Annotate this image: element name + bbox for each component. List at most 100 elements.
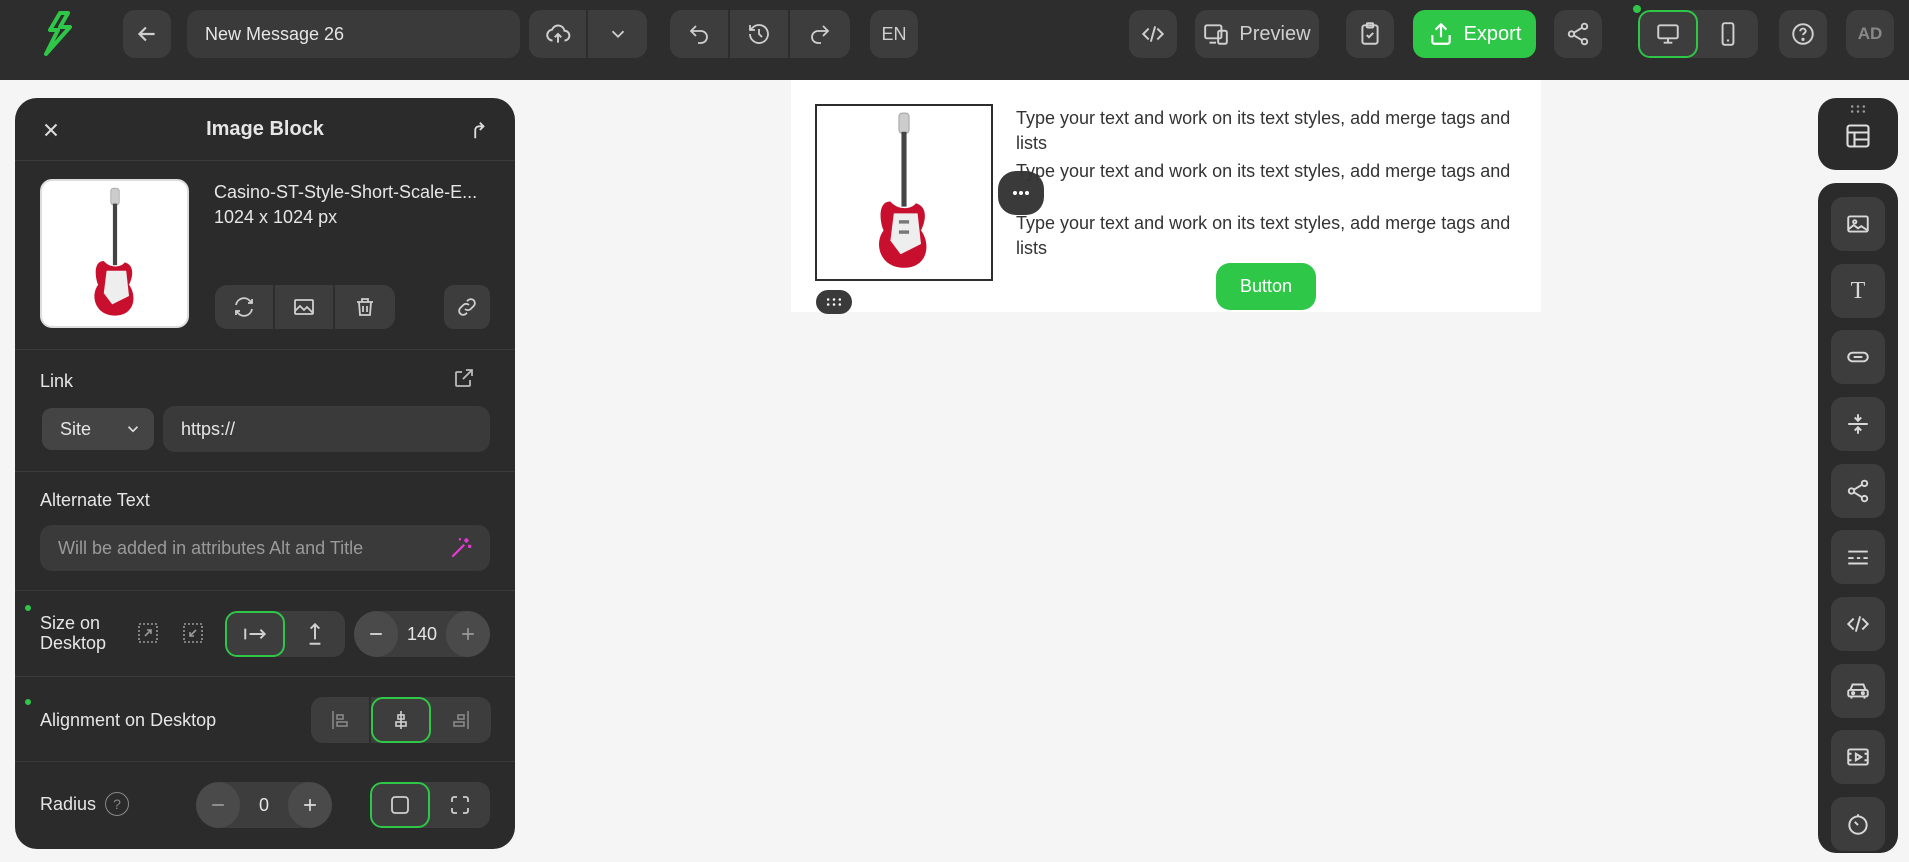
alignment-modified-dot: [25, 699, 31, 705]
logo-icon: [44, 11, 72, 56]
back-button[interactable]: [123, 10, 171, 58]
width-mode-button[interactable]: [225, 611, 285, 657]
video-icon: [1847, 748, 1869, 766]
modules-button[interactable]: [1844, 122, 1874, 152]
alignment-section: Alignment on Desktop: [15, 676, 515, 761]
text-block-tool[interactable]: T: [1831, 264, 1885, 318]
export-label: Export: [1463, 22, 1522, 45]
collapse-panel-button[interactable]: [464, 116, 492, 144]
guitar-thumbnail-image: [94, 187, 134, 316]
ai-magic-wand-icon[interactable]: [448, 535, 474, 561]
email-text-3[interactable]: Type your text and work on its text styl…: [1016, 211, 1516, 261]
radius-all-button[interactable]: [370, 782, 430, 828]
image-icon: [1847, 215, 1869, 233]
link-type-select[interactable]: Site: [40, 406, 156, 452]
size-label-line1: Size on: [40, 613, 101, 633]
email-button[interactable]: Button: [1216, 263, 1316, 310]
height-arrow-icon: [309, 622, 321, 645]
alignment-label: Alignment on Desktop: [40, 710, 217, 730]
align-left-icon: [332, 711, 348, 729]
radius-individual-button[interactable]: [430, 782, 490, 828]
share-button[interactable]: [1554, 10, 1602, 58]
structure-handle-button[interactable]: [816, 290, 852, 314]
spacer-block-tool[interactable]: [1831, 397, 1885, 451]
clipboard-check-icon: [1361, 22, 1379, 45]
radius-decrease-button[interactable]: [196, 782, 240, 828]
size-value[interactable]: 140: [398, 611, 446, 657]
button-icon: [1847, 351, 1869, 363]
plus-icon: [462, 628, 474, 640]
original-size-button[interactable]: [181, 621, 207, 647]
mobile-icon: [1721, 22, 1735, 46]
blocks-library-panel: [1818, 98, 1898, 170]
image-block-tool[interactable]: [1831, 197, 1885, 251]
arrow-left-icon: [137, 26, 155, 42]
email-text-1[interactable]: Type your text and work on its text styl…: [1016, 106, 1516, 156]
preview-label: Preview: [1239, 22, 1311, 45]
html-block-tool[interactable]: [1831, 597, 1885, 651]
save-cloud-button[interactable]: [529, 10, 588, 58]
test-button[interactable]: [1346, 10, 1394, 58]
radius-help-icon[interactable]: ?: [105, 792, 129, 816]
image-block-panel: Image Block Casino-ST-Style-Short-Scale-…: [15, 98, 515, 849]
replace-image-button[interactable]: [215, 285, 275, 329]
delete-image-button[interactable]: [335, 285, 395, 329]
external-link-icon: [455, 369, 473, 387]
desktop-view-button[interactable]: [1638, 10, 1698, 58]
width-arrow-icon: [244, 628, 267, 640]
radius-increase-button[interactable]: [288, 782, 332, 828]
size-decrease-button[interactable]: [354, 611, 398, 657]
align-left-button[interactable]: [311, 697, 371, 743]
amp-carousel-block-tool[interactable]: [1831, 664, 1885, 718]
mobile-view-button[interactable]: [1698, 10, 1758, 58]
link-url-value: https://: [181, 418, 236, 439]
export-button[interactable]: Export: [1413, 10, 1536, 58]
timer-icon: [1848, 814, 1868, 835]
shrink-dashed-icon: [183, 623, 203, 643]
height-mode-button[interactable]: [285, 611, 345, 657]
code-icon: [1846, 616, 1870, 632]
message-title: New Message 26: [205, 23, 345, 44]
link-image-button[interactable]: [444, 285, 490, 329]
link-url-input[interactable]: https://: [163, 406, 490, 452]
email-image-block[interactable]: [815, 104, 993, 281]
menu-block-tool[interactable]: [1831, 530, 1885, 584]
history-button[interactable]: [730, 10, 790, 58]
language-label: EN: [881, 23, 907, 44]
link-section: Link Site https://: [15, 349, 515, 471]
avatar[interactable]: AD: [1846, 10, 1894, 58]
message-title-field[interactable]: New Message 26: [187, 10, 520, 58]
help-button[interactable]: [1779, 10, 1827, 58]
alt-text-input[interactable]: Will be added in attributes Alt and Titl…: [40, 525, 490, 571]
code-button[interactable]: [1129, 10, 1177, 58]
image-thumbnail[interactable]: [40, 179, 189, 328]
redo-button[interactable]: [790, 10, 850, 58]
expand-dashed-icon: [138, 623, 158, 643]
align-right-button[interactable]: [431, 697, 491, 743]
size-increase-button[interactable]: [446, 611, 490, 657]
undo-button[interactable]: [670, 10, 730, 58]
email-text-2[interactable]: Type your text and work on its text styl…: [1016, 159, 1516, 184]
redo-icon: [811, 25, 830, 44]
social-block-tool[interactable]: [1831, 464, 1885, 518]
share-icon: [1847, 479, 1869, 503]
radius-stepper: 0: [196, 782, 332, 828]
fit-size-button[interactable]: [136, 621, 162, 647]
menu-lines-icon: [1848, 550, 1868, 565]
radius-label: Radius: [40, 794, 97, 814]
arrow-up-turn-icon: [474, 122, 485, 139]
align-center-button[interactable]: [371, 697, 431, 743]
alignment-group: [311, 697, 491, 743]
desktop-icon: [1657, 24, 1679, 44]
link-label: Link: [40, 371, 74, 391]
edit-image-button[interactable]: [275, 285, 335, 329]
video-block-tool[interactable]: [1831, 730, 1885, 784]
timer-block-tool[interactable]: [1831, 797, 1885, 851]
preview-button[interactable]: Preview: [1195, 10, 1319, 58]
app-logo[interactable]: [40, 10, 76, 58]
open-link-button[interactable]: [452, 366, 478, 392]
save-options-button[interactable]: [588, 10, 647, 58]
language-button[interactable]: EN: [870, 10, 918, 58]
button-block-tool[interactable]: [1831, 330, 1885, 384]
radius-value[interactable]: 0: [240, 782, 288, 828]
